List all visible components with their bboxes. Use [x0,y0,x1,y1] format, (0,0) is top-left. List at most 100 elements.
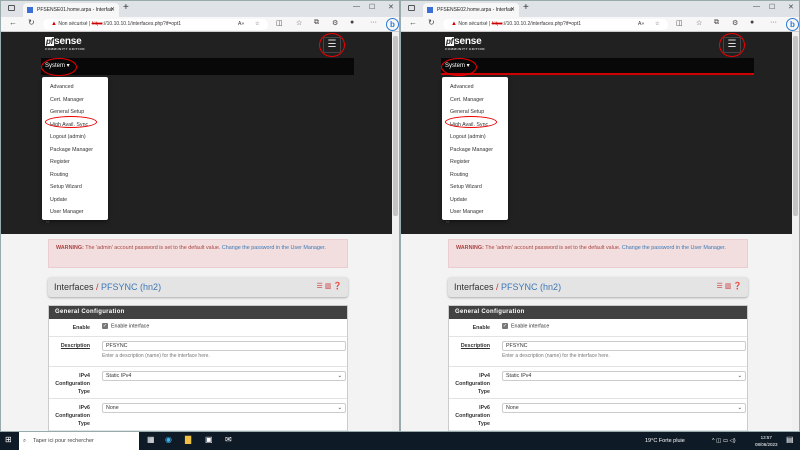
favorites-icon[interactable]: ☆ [296,19,302,27]
favorites-icon[interactable]: ☆ [696,19,702,27]
scrollbar-thumb[interactable] [793,36,798,216]
pfsense-logo[interactable]: pfsense COMMUNITY EDITION [445,36,485,51]
chart-icon[interactable]: ▥ [325,283,332,290]
store-icon[interactable]: ▣ [205,435,213,444]
maximize-icon[interactable]: ☐ [769,3,775,11]
close-window-icon[interactable]: ✕ [788,3,794,11]
scrollbar[interactable] [392,32,399,431]
menu-item[interactable]: Cert. Manager [442,94,508,107]
profile-avatar[interactable]: ● [750,19,754,26]
breadcrumb-root[interactable]: Interfaces [454,282,494,292]
menu-item[interactable]: Advanced [42,81,108,94]
split-screen-icon[interactable]: ◫ [276,19,283,27]
taskbar-search[interactable]: ⌕ Taper ici pour rechercher [19,432,139,450]
ipv4-select[interactable]: Static IPv4 ⌄ [502,371,746,381]
ipv6-select[interactable]: None ⌄ [102,403,346,413]
sliders-icon[interactable]: ☰ [316,283,322,290]
menu-item[interactable]: Logout (admin) [442,131,508,144]
menu-item[interactable]: Register [442,156,508,169]
extensions-icon[interactable]: ⚙ [732,19,738,27]
help-icon[interactable]: ❓ [733,283,742,290]
profile-avatar[interactable]: ● [350,19,354,26]
pfsense-logo[interactable]: pfsense COMMUNITY EDITION [45,36,85,51]
notifications-icon[interactable]: ▤ [786,435,794,444]
maximize-icon[interactable]: ☐ [369,3,375,11]
url-input[interactable]: ▲ Non sécurisé | https://10.10.10.1/inte… [43,19,268,30]
sliders-icon[interactable]: ☰ [716,283,722,290]
security-status[interactable]: Non sécurisé [458,21,487,27]
close-window-icon[interactable]: ✕ [388,3,394,11]
enable-checkbox[interactable]: ✓ Enable interface [102,323,149,329]
checkbox-checked-icon[interactable]: ✓ [102,323,108,329]
chart-icon[interactable]: ▥ [725,283,732,290]
tab-actions-icon[interactable] [8,5,15,11]
menu-item[interactable]: Logout (admin) [42,131,108,144]
split-screen-icon[interactable]: ◫ [676,19,683,27]
menu-item[interactable]: Advanced [442,81,508,94]
task-view-icon[interactable]: ▦ [147,435,155,444]
menu-item[interactable]: Setup Wizard [42,181,108,194]
refresh-icon[interactable]: ↻ [28,18,35,27]
annotation-circle [45,116,97,128]
extensions-icon[interactable]: ⚙ [332,19,338,27]
breadcrumb-current[interactable]: PFSYNC (hn2) [501,282,561,292]
minimize-icon[interactable]: — [753,3,760,10]
clock[interactable]: 13:57 08/06/2023 [755,434,778,448]
collections-icon[interactable]: ⧉ [314,19,319,27]
menu-item[interactable]: Package Manager [442,144,508,157]
security-status[interactable]: Non sécurisé [58,21,87,27]
new-tab-icon[interactable]: + [523,2,529,13]
edge-icon[interactable]: ◉ [165,435,172,444]
file-explorer-icon[interactable]: ▇ [185,435,191,444]
read-aloud-icon[interactable]: A» [638,19,644,30]
tab-actions-icon[interactable] [408,5,415,11]
url-input[interactable]: ▲ Non sécurisé | https://10.10.10.2/inte… [443,19,668,30]
collections-icon[interactable]: ⧉ [714,19,719,27]
menu-item[interactable]: Setup Wizard [442,181,508,194]
breadcrumb-root[interactable]: Interfaces [54,282,94,292]
description-input[interactable]: PFSYNC [102,341,346,351]
ipv4-select[interactable]: Static IPv4 ⌄ [102,371,346,381]
help-icon[interactable]: ❓ [333,283,342,290]
scrollbar[interactable] [792,32,799,431]
ipv6-select[interactable]: None ⌄ [502,403,746,413]
bing-copilot-icon[interactable]: b [786,18,799,31]
windows-start-icon[interactable]: ⊞ [5,435,12,444]
weather[interactable]: 19°C Forte pluie [645,432,685,450]
menu-item[interactable]: Routing [42,169,108,182]
refresh-icon[interactable]: ↻ [428,18,435,27]
menu-item[interactable]: Register [42,156,108,169]
menu-item[interactable]: Update [42,194,108,207]
back-icon[interactable]: ← [409,18,417,27]
browser-tab[interactable]: PFSENSE01.home.arpa - Interfac ✕ [23,3,119,17]
breadcrumb-current[interactable]: PFSYNC (hn2) [101,282,161,292]
back-icon[interactable]: ← [9,18,17,27]
checkbox-checked-icon[interactable]: ✓ [502,323,508,329]
change-password-link[interactable]: Change the password in the User Manager. [622,245,726,251]
scrollbar-thumb[interactable] [393,36,398,216]
close-tab-icon[interactable]: ✕ [110,3,115,17]
breadcrumb-sep: / [93,282,102,292]
favorite-star-icon[interactable]: ☆ [255,19,259,30]
menu-item[interactable]: Package Manager [42,144,108,157]
minimize-icon[interactable]: — [353,3,360,10]
menu-item[interactable]: Update [442,194,508,207]
mail-icon[interactable]: ✉ [225,435,232,444]
change-password-link[interactable]: Change the password in the User Manager. [222,245,326,251]
header-area: pfsense COMMUNITY EDITION ☰ System ▾ Adva… [1,32,393,234]
read-aloud-icon[interactable]: A» [238,19,244,30]
menu-item[interactable]: Cert. Manager [42,94,108,107]
tray-icons[interactable]: ^ ◫ ▭ ◁) [712,432,736,450]
browser-tab[interactable]: PFSENSE02.home.arpa - Interfac ✕ [423,3,519,17]
more-icon[interactable]: ··· [370,19,377,26]
menu-item[interactable]: User Manager [42,206,108,219]
close-tab-icon[interactable]: ✕ [510,3,515,17]
favorite-star-icon[interactable]: ☆ [655,19,659,30]
description-input[interactable]: PFSYNC [502,341,746,351]
new-tab-icon[interactable]: + [123,2,129,13]
menu-item[interactable]: User Manager [442,206,508,219]
more-icon[interactable]: ··· [770,19,777,26]
enable-checkbox[interactable]: ✓ Enable interface [502,323,549,329]
bing-copilot-icon[interactable]: b [386,18,399,31]
menu-item[interactable]: Routing [442,169,508,182]
